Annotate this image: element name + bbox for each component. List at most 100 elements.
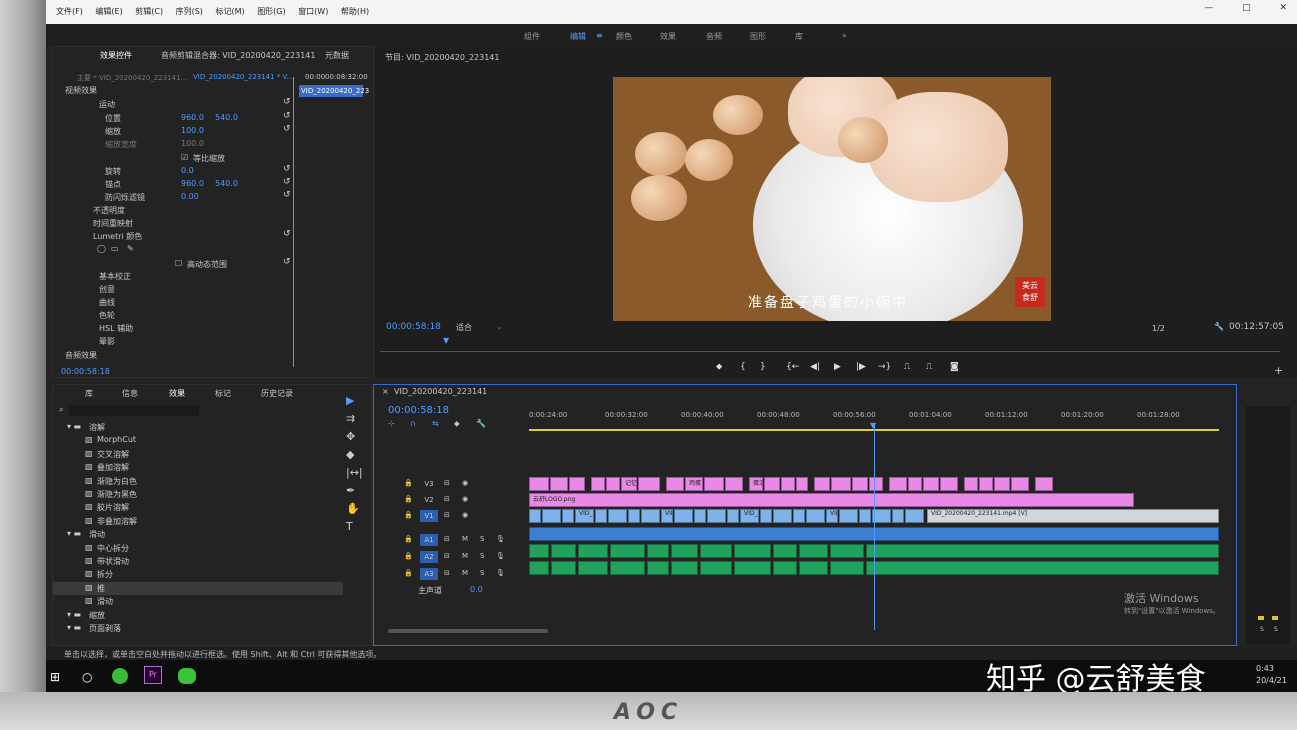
a2-audio-clip[interactable] [700, 544, 732, 558]
marker-icon[interactable]: ⬥ [716, 362, 722, 372]
track-header-a2[interactable]: 🔒 A2 ⊟ M S 🎙 [404, 550, 524, 564]
eye-icon[interactable]: ◉ [462, 495, 468, 503]
v1-video-clip[interactable] [859, 509, 871, 523]
timeline-tab[interactable]: VID_20200420_223141 [394, 387, 487, 396]
effect-item[interactable]: ▧ 中心拆分 [53, 542, 343, 555]
v1-video-clip[interactable] [773, 509, 792, 523]
ripple-tool-icon[interactable]: ✥ [346, 430, 355, 443]
pen-mask-icon[interactable]: ✎ [127, 244, 134, 253]
v1-video-clip[interactable] [562, 509, 574, 523]
a2-audio-clip[interactable] [647, 544, 669, 558]
menu-edit[interactable]: 编辑(E) [95, 6, 122, 17]
close-button[interactable]: ✕ [1279, 3, 1287, 13]
microphone-icon[interactable]: 🎙 [496, 552, 505, 560]
v3-title-clip[interactable] [1035, 477, 1053, 491]
master-volume-value[interactable]: 0.0 [470, 585, 483, 594]
workspace-libraries[interactable]: 库 [795, 31, 803, 42]
checkbox-icon[interactable]: ☑ [181, 153, 188, 162]
lift-icon[interactable]: ⎍ [904, 362, 910, 372]
v1-video-clip[interactable] [542, 509, 561, 523]
type-tool-icon[interactable]: T [346, 520, 353, 533]
workspace-effects[interactable]: 效果 [660, 31, 676, 42]
v3-title-clip[interactable] [591, 477, 605, 491]
timeline-playhead[interactable] [874, 425, 875, 630]
timeline-ruler[interactable]: 0:00:24:00 00:00:32:00 00:00:40:00 00:00:48… [529, 409, 1229, 423]
time-remap-effect[interactable]: 时间重映射 [93, 218, 133, 229]
hand-tool-icon[interactable]: ✋ [346, 502, 360, 515]
v1-video-clip[interactable] [529, 509, 541, 523]
position-x-value[interactable]: 960.0 [181, 113, 204, 122]
a3-audio-clip[interactable] [578, 561, 608, 575]
a3-audio-clip[interactable] [874, 561, 1219, 575]
nest-icon[interactable]: ⊹ [388, 419, 395, 428]
hdr-checkbox-icon[interactable]: ☐ [175, 259, 182, 268]
menu-file[interactable]: 文件(F) [56, 6, 83, 17]
v1-video-clip[interactable] [905, 509, 924, 523]
play-icon[interactable]: ▶ [834, 362, 841, 372]
menu-clip[interactable]: 剪辑(C) [135, 6, 163, 17]
effect-item[interactable]: ▧ 拆分 [53, 568, 343, 581]
v1-video-clip[interactable] [595, 509, 607, 523]
workspace-editing[interactable]: 编辑 [570, 31, 586, 42]
lock-icon[interactable]: 🔒 [404, 511, 413, 519]
effects-folder[interactable]: ▾ ▬ 滑动 [53, 528, 343, 541]
solo-right-button[interactable]: S [1274, 626, 1278, 633]
v3-title-clip[interactable] [908, 477, 922, 491]
minimize-button[interactable]: — [1204, 3, 1213, 13]
tab-libraries[interactable]: 库 [85, 388, 93, 399]
effect-item[interactable]: ▧ 非叠加溶解 [53, 515, 343, 528]
effect-item[interactable]: ▧ 渐隐为白色 [53, 475, 343, 488]
v1-video-clip[interactable] [806, 509, 825, 523]
add-button-icon[interactable]: + [1274, 364, 1283, 377]
menu-window[interactable]: 窗口(W) [298, 6, 328, 17]
sync-lock-icon[interactable]: ⊟ [444, 479, 450, 487]
mini-timeline-clip[interactable]: VID_20200420_223 [299, 85, 369, 97]
v3-title-clip[interactable] [796, 477, 808, 491]
v3-title-clip[interactable] [666, 477, 684, 491]
track-header-a3[interactable]: 🔒 A3 ⊟ M S 🎙 [404, 567, 524, 581]
v1-video-clip[interactable] [674, 509, 693, 523]
eye-icon[interactable]: ◉ [462, 479, 468, 487]
v3-title-clip[interactable] [764, 477, 780, 491]
v3-title-clip[interactable] [529, 477, 549, 491]
a3-audio-clip[interactable] [529, 561, 549, 575]
mute-button[interactable]: M [462, 552, 468, 560]
v1-selected-clip[interactable]: VID_20200420_223141.mp4 [V] [927, 509, 1219, 523]
timeline-zoom-scrollbar[interactable] [388, 629, 548, 633]
v3-title-clip[interactable]: 鸡蛋 [685, 477, 703, 491]
v1-video-clip[interactable] [727, 509, 739, 523]
wechat-taskbar-icon[interactable] [178, 668, 196, 684]
track-select-tool-icon[interactable]: ⇉ [346, 412, 355, 425]
app-icon-green[interactable] [112, 668, 128, 684]
a3-audio-clip[interactable] [830, 561, 864, 575]
a2-audio-clip[interactable] [830, 544, 864, 558]
track-name[interactable]: A1 [420, 534, 438, 546]
program-playhead-icon[interactable]: ▼ [443, 336, 449, 345]
effect-item[interactable]: ▧ 推 [53, 581, 343, 595]
mark-out-icon[interactable]: } [760, 362, 766, 372]
tab-effects[interactable]: 效果 [169, 388, 185, 399]
v3-title-clip[interactable]: 记忆 [621, 477, 637, 491]
track-header-v2[interactable]: 🔒 V2 ⊟ ◉ [404, 493, 524, 507]
razor-tool-icon[interactable]: ◆ [346, 448, 354, 461]
a2-audio-clip[interactable] [551, 544, 576, 558]
timeline-timecode[interactable]: 00:00:58:18 [388, 405, 449, 416]
program-timecode[interactable]: 00:00:58:18 [386, 322, 441, 332]
v2-logo-clip[interactable]: 云舒LOGO.png [529, 493, 1134, 507]
v3-title-clip[interactable] [569, 477, 585, 491]
workspace-assembly[interactable]: 组件 [524, 31, 540, 42]
windows-start-icon[interactable]: ⊞ [50, 670, 60, 684]
snap-icon[interactable]: ∩ [410, 419, 416, 428]
track-name[interactable]: A2 [420, 551, 438, 563]
mark-in-icon[interactable]: { [740, 362, 746, 372]
step-back-icon[interactable]: ◀| [810, 362, 820, 372]
reset-icon[interactable]: ↺ [283, 229, 291, 239]
effect-item[interactable]: ▧ MorphCut [53, 434, 343, 447]
solo-left-button[interactable]: S [1260, 626, 1264, 633]
program-video-frame[interactable]: 准备盘子鸡蛋的小碗中 美云 食舒 [613, 77, 1051, 321]
clock-time[interactable]: 0:43 [1256, 664, 1274, 673]
v3-title-clip[interactable] [638, 477, 660, 491]
step-forward-icon[interactable]: |▶ [856, 362, 866, 372]
timeline-close-icon[interactable]: × [382, 387, 389, 396]
a2-audio-clip[interactable] [578, 544, 608, 558]
